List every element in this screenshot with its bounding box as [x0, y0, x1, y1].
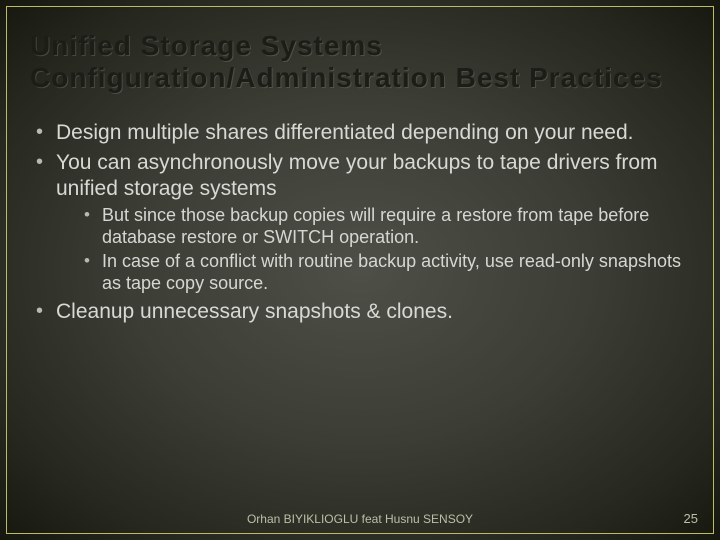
slide-content: Unified Storage Systems Configuration/Ad… [0, 0, 720, 540]
footer-author: Orhan BIYIKLIOGLU feat Husnu SENSOY [0, 512, 720, 526]
bullet-text: You can asynchronously move your backups… [56, 151, 658, 200]
list-item: You can asynchronously move your backups… [30, 150, 690, 295]
slide-title: Unified Storage Systems Configuration/Ad… [30, 30, 690, 94]
sub-bullet-list: But since those backup copies will requi… [56, 205, 690, 295]
bullet-list: Design multiple shares differentiated de… [30, 120, 690, 324]
bullet-text: But since those backup copies will requi… [102, 205, 649, 247]
list-item: Cleanup unnecessary snapshots & clones. [30, 299, 690, 325]
list-item: But since those backup copies will requi… [56, 205, 690, 249]
list-item: Design multiple shares differentiated de… [30, 120, 690, 146]
bullet-text: Design multiple shares differentiated de… [56, 121, 634, 144]
footer-page-number: 25 [684, 511, 698, 526]
bullet-text: In case of a conflict with routine backu… [102, 251, 681, 293]
slide: Unified Storage Systems Configuration/Ad… [0, 0, 720, 540]
bullet-text: Cleanup unnecessary snapshots & clones. [56, 300, 453, 323]
list-item: In case of a conflict with routine backu… [56, 251, 690, 295]
